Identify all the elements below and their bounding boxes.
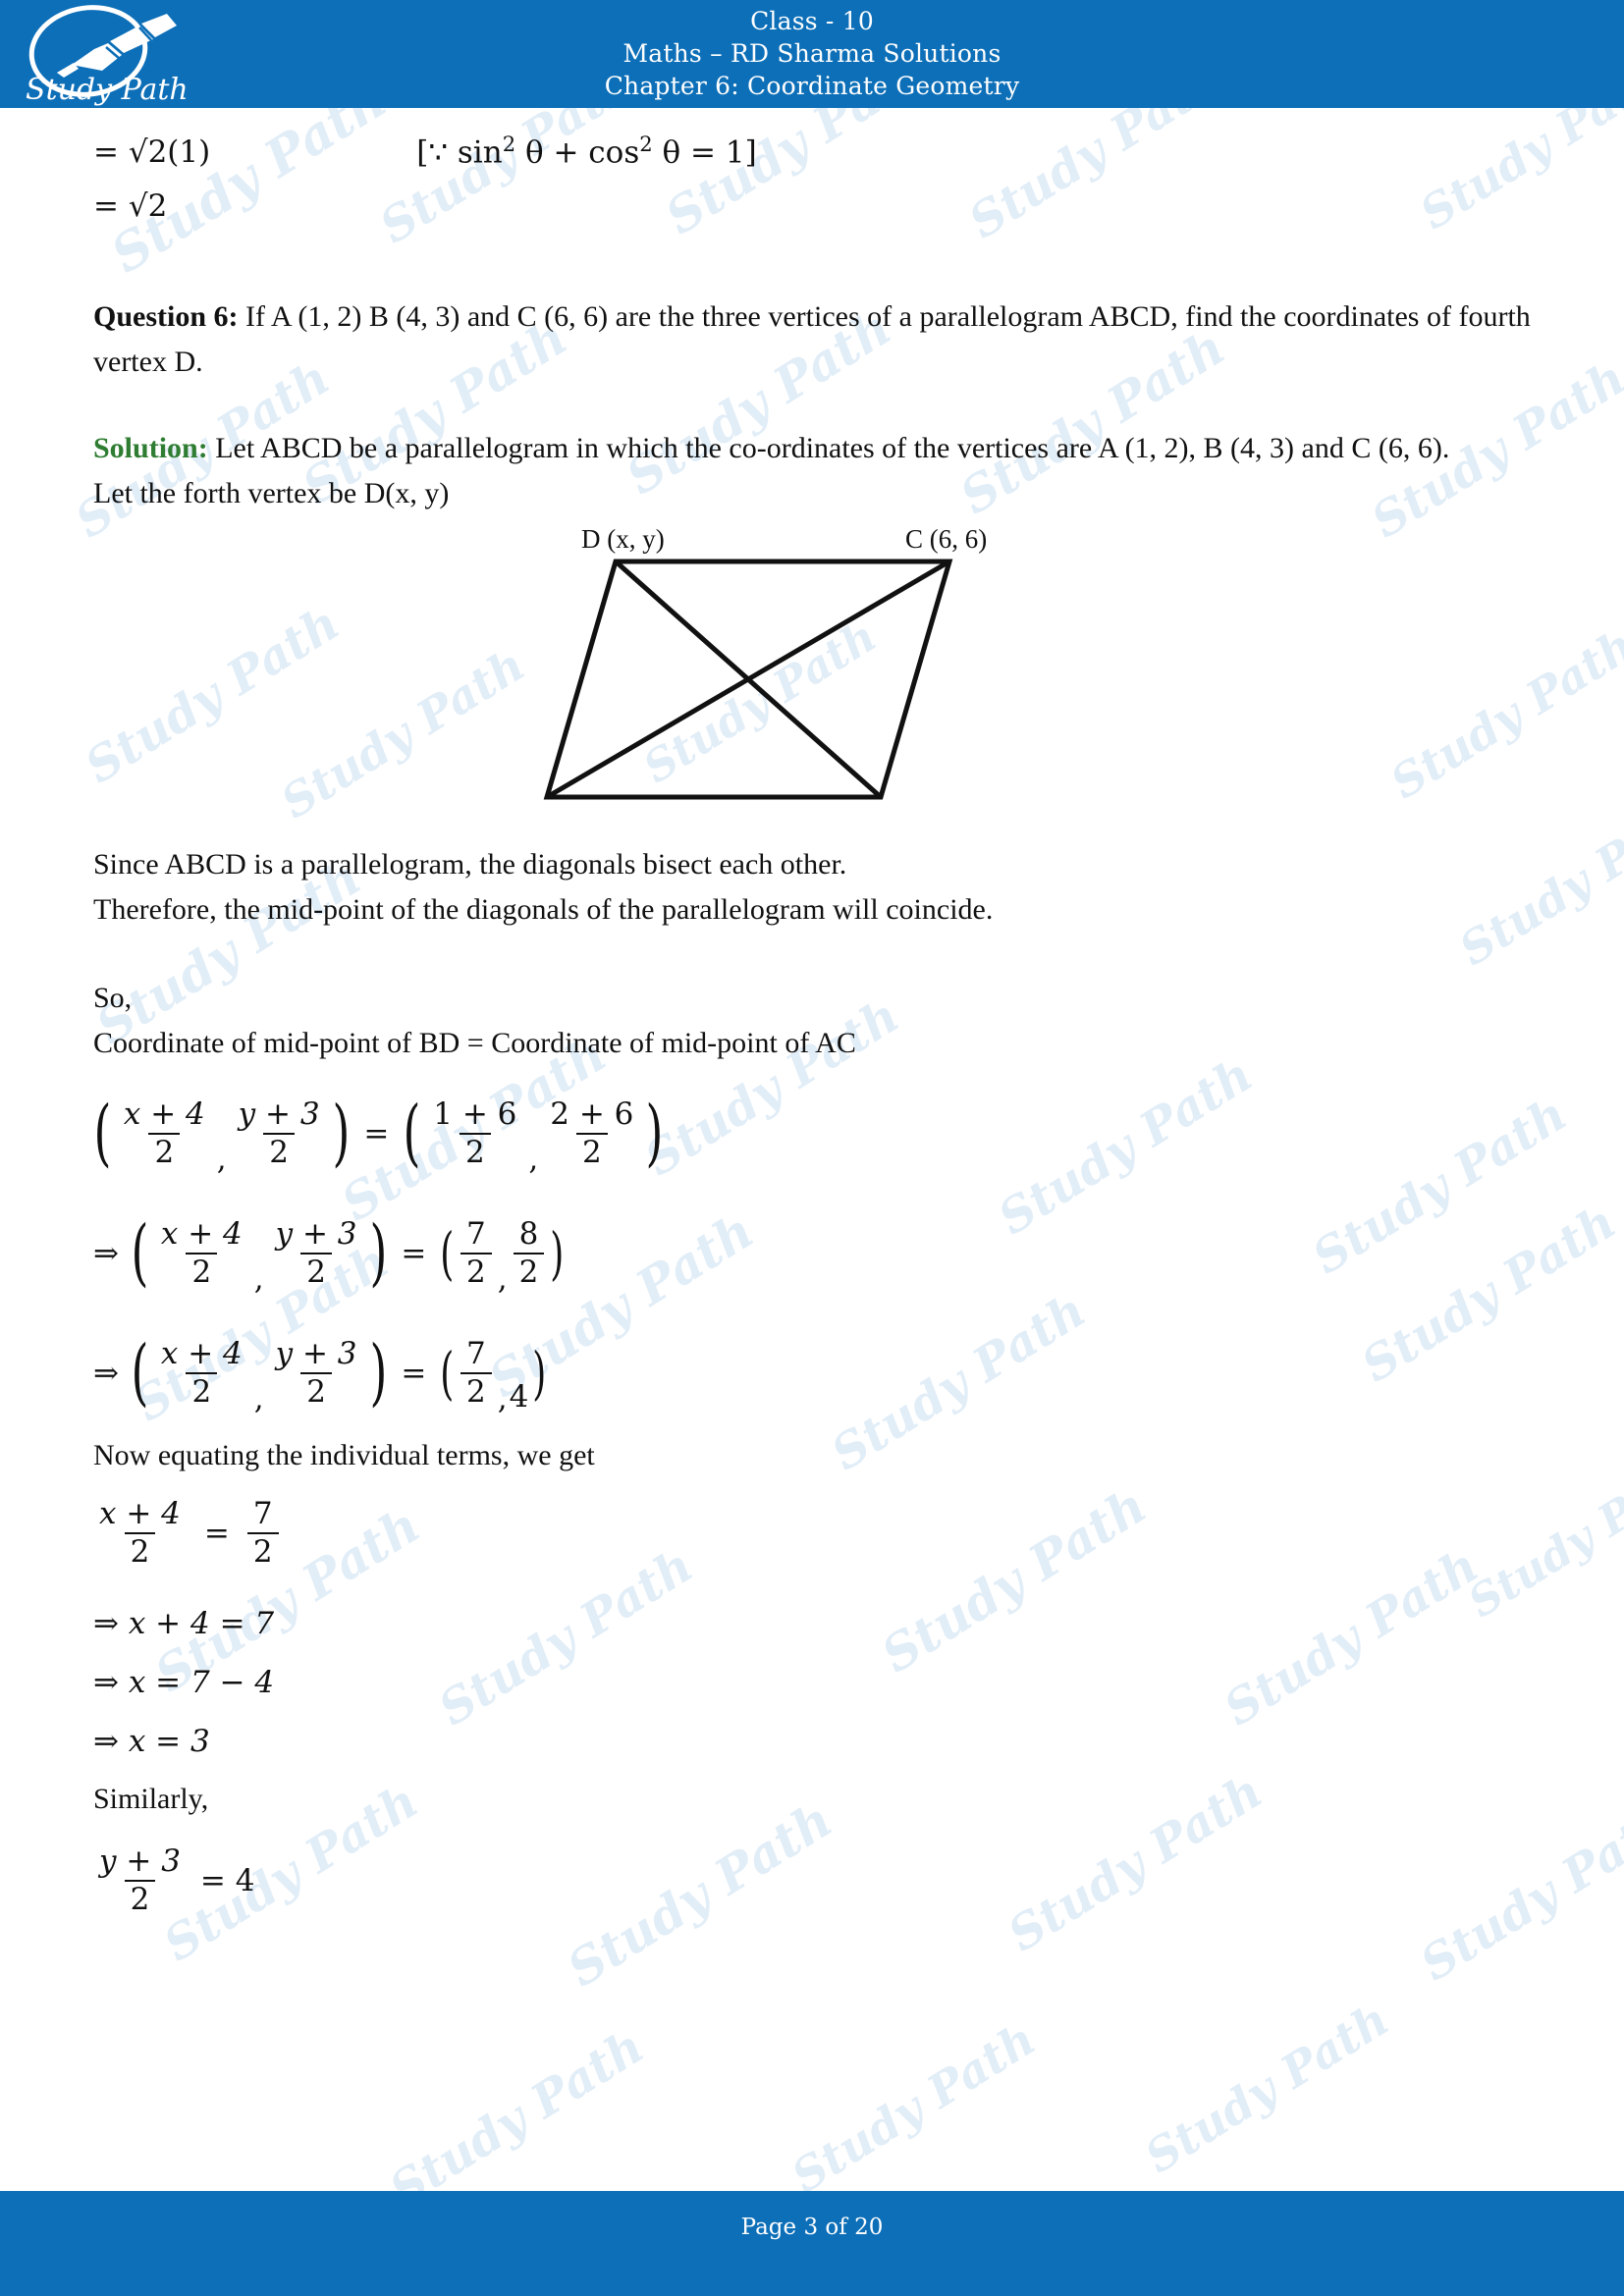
fraction-x-plus-4-over-2: x + 4 2 bbox=[123, 1096, 205, 1170]
similarly-line: Similarly, bbox=[93, 1783, 209, 1815]
vertex-label-a: A (1, 2) bbox=[515, 805, 597, 807]
paren-close: ) bbox=[369, 1210, 387, 1296]
equation-midpoints-1: ( x + 4 2 , y + 3 2 ) = ( 1 + 6 2 , 2 + … bbox=[93, 1080, 1531, 1188]
comma: , bbox=[497, 1381, 508, 1417]
midpoint-equality-line: Coordinate of mid-point of BD = Coordina… bbox=[93, 1027, 856, 1059]
step-x1-text: ⇒ x + 4 = 7 bbox=[93, 1605, 275, 1641]
equals-sign: = bbox=[401, 1355, 427, 1391]
paren-open: ( bbox=[131, 1330, 149, 1415]
step-x-equals-7-minus-4: ⇒ x = 7 − 4 bbox=[93, 1653, 1531, 1712]
parallelogram-svg: D (x, y) C (6, 6) A (1, 2) B (4, 3) bbox=[515, 524, 987, 807]
trig-identity-note: [∵ sin2 θ + cos2 θ = 1] bbox=[416, 131, 757, 171]
question-paragraph: Question 6: If A (1, 2) B (4, 3) and C (… bbox=[93, 294, 1531, 385]
vertex-label-d: D (x, y) bbox=[581, 524, 665, 554]
step-x2-text: ⇒ x = 7 − 4 bbox=[93, 1664, 275, 1700]
question-label: Question 6: bbox=[93, 300, 239, 333]
equation-sqrt-2-1: = √2(1) [∵ sin2 θ + cos2 θ = 1] bbox=[93, 126, 1531, 179]
paren-open: ( bbox=[440, 1219, 455, 1287]
parallelogram-figure: D (x, y) C (6, 6) A (1, 2) B (4, 3) bbox=[93, 522, 1531, 817]
paren-close: ) bbox=[532, 1339, 547, 1407]
comma: , bbox=[528, 1142, 539, 1178]
fraction-y-plus-3-over-2: y + 3 2 bbox=[99, 1843, 181, 1917]
fraction-7-over-2: 7 2 bbox=[460, 1338, 492, 1408]
fraction-1-plus-6-over-2: 1 + 6 2 bbox=[433, 1096, 517, 1170]
fraction-y-plus-3-over-2: y + 3 2 bbox=[275, 1216, 357, 1290]
paren-open: ( bbox=[131, 1210, 149, 1296]
vertex-label-c: C (6, 6) bbox=[905, 524, 987, 554]
page-header: Study Path Class - 10 Maths – RD Sharma … bbox=[0, 0, 1624, 108]
paren-close: ) bbox=[369, 1330, 387, 1415]
watermark-text: Study Path bbox=[380, 2018, 654, 2218]
page-number-text: Page 3 of 20 bbox=[740, 2215, 884, 2240]
equation-sqrt-2: = √2 bbox=[93, 179, 1531, 234]
watermark-text: Study Path bbox=[783, 2011, 1045, 2204]
paren-open: ( bbox=[440, 1339, 455, 1407]
document-page: Study Path Study Path Study Path Study P… bbox=[0, 0, 1624, 2296]
equals-sign: = bbox=[363, 1115, 390, 1151]
fraction-x-plus-4-over-2: x + 4 2 bbox=[99, 1496, 181, 1570]
paren-close: ) bbox=[645, 1091, 664, 1176]
page-content: = √2(1) [∵ sin2 θ + cos2 θ = 1] = √2 Que… bbox=[0, 108, 1624, 1932]
paren-close: ) bbox=[332, 1091, 350, 1176]
equation-midpoints-2: ⇒ ( x + 4 2 , y + 3 2 ) = ( 7 2 , 8 2) bbox=[93, 1200, 1531, 1308]
fraction-7-over-2: 7 2 bbox=[246, 1498, 279, 1568]
comma: , bbox=[216, 1142, 227, 1178]
solution-label: Solution: bbox=[93, 432, 208, 464]
comma: , bbox=[497, 1261, 508, 1298]
implies-arrow: ⇒ bbox=[93, 1355, 119, 1391]
header-class-line: Class - 10 bbox=[750, 7, 874, 35]
comma: , bbox=[253, 1381, 264, 1417]
fraction-y-plus-3-over-2: y + 3 2 bbox=[275, 1336, 357, 1410]
solution-paragraph: Solution: Let ABCD be a parallelogram in… bbox=[93, 426, 1531, 471]
equals-sign: = bbox=[203, 1515, 230, 1551]
vertex-label-b: B (4, 3) bbox=[846, 805, 928, 807]
fraction-8-over-2: 8 2 bbox=[513, 1218, 545, 1288]
step-x-equals-3: ⇒ x = 3 bbox=[93, 1712, 1531, 1771]
now-equating-line: Now equating the individual terms, we ge… bbox=[93, 1439, 595, 1471]
comma: , bbox=[253, 1261, 264, 1298]
watermark-text: Study Path bbox=[1136, 1992, 1398, 2184]
bisect-line-2: Therefore, the mid-point of the diagonal… bbox=[93, 893, 994, 926]
header-subject-line: Maths – RD Sharma Solutions bbox=[623, 39, 1001, 68]
solution-text: Let ABCD be a parallelogram in which the… bbox=[207, 432, 1450, 464]
equation-y-fraction: y + 3 2 = 4 bbox=[93, 1830, 1531, 1932]
equals-4-text: = 4 bbox=[199, 1862, 255, 1898]
header-chapter-line: Chapter 6: Coordinate Geometry bbox=[604, 72, 1020, 100]
so-line: So, bbox=[93, 982, 133, 1014]
fraction-7-over-2: 7 2 bbox=[460, 1218, 492, 1288]
fraction-x-plus-4-over-2: x + 4 2 bbox=[160, 1216, 243, 1290]
equals-sign: = bbox=[401, 1235, 427, 1271]
question-text: If A (1, 2) B (4, 3) and C (6, 6) are th… bbox=[93, 300, 1531, 378]
page-footer: Page 3 of 20 bbox=[0, 2191, 1624, 2296]
step-x3-text: ⇒ x = 3 bbox=[93, 1723, 210, 1759]
step-x-plus-4-equals-7: ⇒ x + 4 = 7 bbox=[93, 1594, 1531, 1653]
solution-line-2: Let the forth vertex be D(x, y) bbox=[93, 477, 450, 509]
fraction-x-plus-4-over-2: x + 4 2 bbox=[160, 1336, 243, 1410]
bisect-line-1: Since ABCD is a parallelogram, the diago… bbox=[93, 848, 847, 881]
equation-sqrt-2-text: = √2 bbox=[93, 187, 168, 224]
equation-x-fraction: x + 4 2 = 7 2 bbox=[93, 1482, 1531, 1584]
header-title-group: Class - 10 Maths – RD Sharma Solutions C… bbox=[0, 0, 1624, 108]
paren-close: ) bbox=[550, 1219, 565, 1287]
fraction-2-plus-6-over-2: 2 + 6 2 bbox=[550, 1096, 634, 1170]
paren-open: ( bbox=[403, 1091, 421, 1176]
value-4: 4 bbox=[509, 1379, 529, 1415]
implies-arrow: ⇒ bbox=[93, 1235, 119, 1271]
equation-midpoints-3: ⇒ ( x + 4 2 , y + 3 2 ) = ( 7 2 , 4 ) bbox=[93, 1319, 1531, 1427]
paren-open: ( bbox=[93, 1091, 112, 1176]
equation-sqrt-2-1-lhs: = √2(1) bbox=[93, 133, 211, 170]
fraction-y-plus-3-over-2: y + 3 2 bbox=[238, 1096, 320, 1170]
